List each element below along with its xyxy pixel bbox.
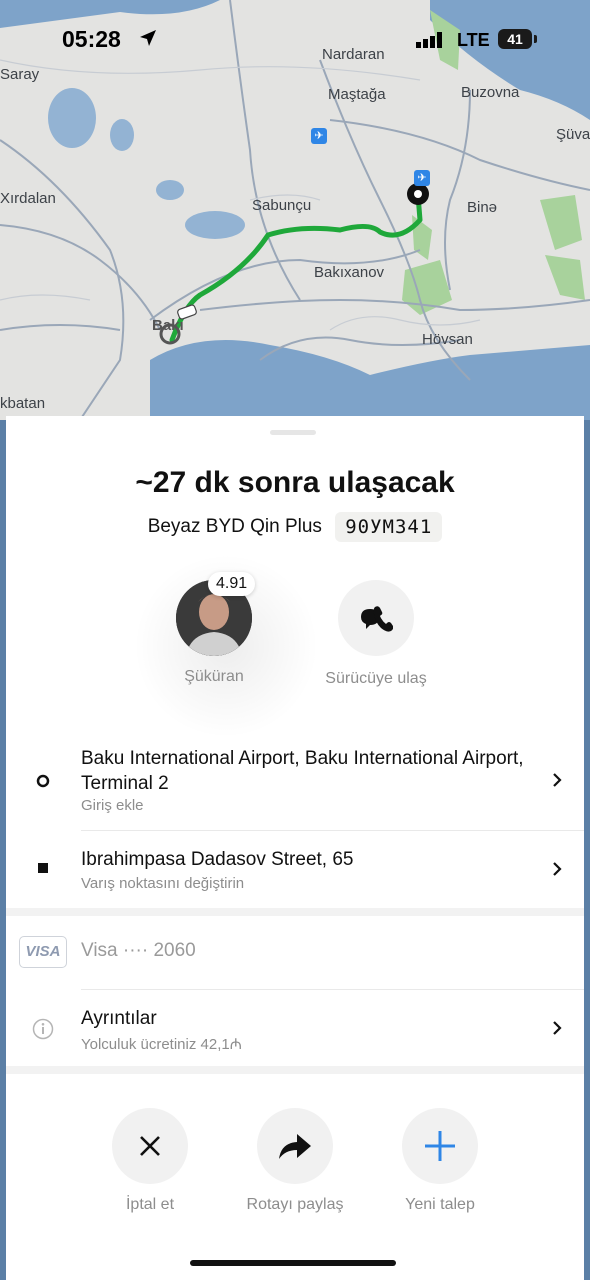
share-route-label: Rotayı paylaş	[246, 1196, 344, 1213]
section-divider	[6, 1066, 584, 1074]
map-label: Bakıxanov	[314, 264, 385, 281]
airport-icon: ✈	[414, 170, 430, 186]
status-time: 05:28	[62, 26, 121, 52]
map-label: Xırdalan	[0, 190, 56, 207]
dropoff-square-icon	[38, 863, 48, 873]
chevron-right-icon	[553, 862, 562, 876]
location-arrow-icon	[140, 30, 156, 46]
share-route-button[interactable]	[257, 1108, 333, 1184]
dropoff-sub: Varış noktasını değiştirin	[81, 875, 245, 892]
map-view[interactable]: ✈ ✈ Saray Nardaran Maştağa Buzovna Şüva …	[0, 0, 590, 420]
map-label: Binə	[467, 199, 498, 216]
share-arrow-icon	[279, 1134, 311, 1159]
car-model: Beyaz BYD Qin Plus	[147, 516, 322, 537]
pickup-address: Baku International Airport, Baku Interna…	[81, 748, 524, 794]
map-label: Nardaran	[322, 46, 385, 63]
close-icon	[140, 1136, 160, 1156]
home-indicator[interactable]	[190, 1260, 396, 1266]
driver-rating: 4.91	[208, 572, 256, 596]
cancel-label: İptal et	[125, 1196, 175, 1213]
sheet-handle[interactable]	[270, 430, 316, 435]
battery-icon: 41	[498, 29, 532, 49]
details-title: Ayrıntılar	[81, 1008, 157, 1029]
dropoff-address: Ibrahimpasa Dadasov Street, 65	[81, 849, 354, 870]
map-label: Hövsan	[422, 331, 473, 348]
map-label: Şüva	[556, 126, 590, 143]
map-label: kbatan	[0, 395, 46, 412]
signal-icon	[416, 32, 442, 48]
payment-method[interactable]: Visa ···· 2060	[81, 940, 196, 962]
fare-text: Yolculuk ücretiniz 42,1₼	[81, 1036, 242, 1053]
car-info: Beyaz BYD Qin Plus 90УМ341	[6, 512, 584, 542]
driver-name: Şüküran	[184, 668, 244, 685]
phone-chat-icon	[361, 606, 393, 632]
map-label: Maştağa	[328, 86, 386, 103]
section-divider	[6, 908, 584, 916]
map-label: Sabunçu	[252, 197, 312, 214]
network-type: LTE	[457, 30, 490, 50]
cancel-button[interactable]	[112, 1108, 188, 1184]
details-row[interactable]: Ayrıntılar Yolculuk ücretiniz 42,1₼	[6, 990, 584, 1066]
new-request-label: Yeni talep	[405, 1196, 475, 1213]
pickup-sub: Giriş ekle	[81, 797, 144, 814]
trip-sheet: ~27 dk sonra ulaşacak Beyaz BYD Qin Plus…	[6, 416, 584, 1280]
contact-driver-button[interactable]	[338, 580, 414, 656]
eta-title: ~27 dk sonra ulaşacak	[135, 466, 455, 499]
pickup-dot-icon	[36, 774, 50, 788]
map-label: Buzovna	[461, 84, 520, 101]
visa-card-icon: VISA	[19, 936, 67, 968]
chevron-right-icon	[553, 1021, 562, 1035]
map-label: Saray	[0, 66, 40, 83]
license-plate: 90УМ341	[335, 512, 443, 542]
airport-icon: ✈	[311, 128, 327, 144]
dropoff-row[interactable]: Ibrahimpasa Dadasov Street, 65 Varış nok…	[6, 831, 584, 909]
plus-icon	[425, 1131, 455, 1161]
map-label: Bakı	[152, 317, 184, 334]
new-request-button[interactable]	[402, 1108, 478, 1184]
contact-driver-label: Sürücüye ulaş	[325, 670, 427, 687]
pickup-row[interactable]: Baku International Airport, Baku Interna…	[6, 742, 584, 830]
chevron-right-icon	[553, 773, 562, 787]
info-icon	[32, 1018, 54, 1040]
battery-tip	[534, 35, 537, 43]
